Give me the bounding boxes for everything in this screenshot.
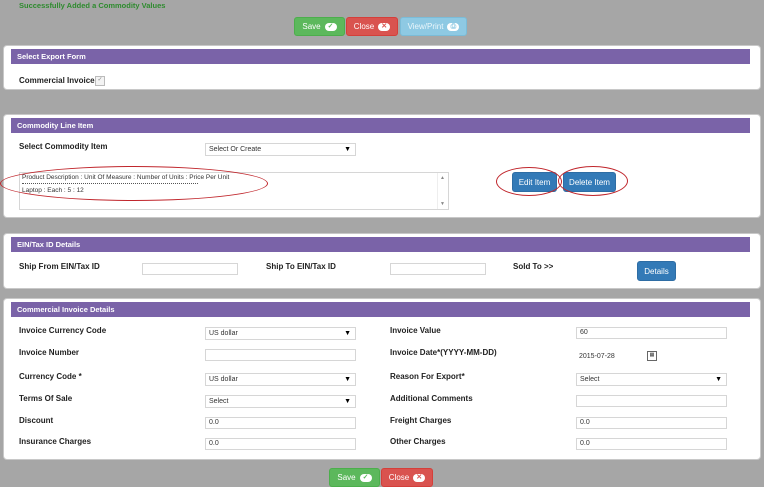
currency-code-label: Currency Code * — [19, 372, 82, 381]
close-button[interactable]: Close ✕ — [346, 17, 398, 36]
freight-label: Freight Charges — [390, 416, 452, 425]
ship-from-label: Ship From EIN/Tax ID — [19, 262, 100, 271]
footer-close-label: Close — [388, 473, 410, 482]
footer-save-button[interactable]: Save ✓ — [329, 468, 380, 487]
commercial-invoice-checkbox[interactable]: ✓ — [95, 76, 105, 86]
terms-value: Select — [209, 398, 229, 405]
insurance-input[interactable]: 0.0 — [205, 438, 356, 450]
invoice-currency-select[interactable]: US dollar ▼ — [205, 327, 356, 340]
terms-select[interactable]: Select ▼ — [205, 395, 356, 408]
details-button[interactable]: Details — [637, 261, 676, 281]
annotation-oval-delete — [558, 166, 628, 196]
save-button[interactable]: Save ✓ — [294, 17, 345, 36]
select-commodity-label: Select Commodity Item — [19, 142, 108, 151]
other-charges-label: Other Charges — [390, 437, 446, 446]
commodity-select[interactable]: Select Or Create ▼ — [205, 143, 356, 156]
invoice-title: Commercial Invoice Details — [11, 302, 750, 317]
close-label: Close — [353, 22, 375, 31]
calendar-icon[interactable]: ▦ — [647, 351, 657, 361]
footer-save-label: Save — [337, 473, 356, 482]
sold-to-label: Sold To >> — [513, 262, 554, 271]
annotation-oval-edit — [496, 167, 562, 196]
printer-icon: ⎙ — [447, 22, 460, 31]
ein-title: EIN/Tax ID Details — [11, 237, 750, 252]
invoice-value-input[interactable]: 60 — [576, 327, 727, 339]
annotation-oval-list — [0, 166, 268, 201]
export-form-title: Select Export Form — [11, 49, 750, 64]
currency-code-value: US dollar — [209, 376, 238, 383]
invoice-currency-value: US dollar — [209, 330, 238, 337]
view-print-button[interactable]: View/Print ⎙ — [400, 17, 467, 36]
ein-panel: EIN/Tax ID Details Ship From EIN/Tax ID … — [3, 233, 761, 289]
commercial-invoice-label: Commercial Invoice — [19, 76, 95, 85]
check-icon: ✓ — [359, 473, 372, 482]
reason-label: Reason For Export* — [390, 372, 465, 381]
discount-label: Discount — [19, 416, 54, 425]
comments-label: Additional Comments — [390, 394, 473, 403]
success-message: Successfully Added a Commodity Values — [19, 1, 166, 10]
details-label: Details — [644, 266, 669, 276]
comments-input[interactable] — [576, 395, 727, 407]
invoice-value-label: Invoice Value — [390, 326, 441, 335]
export-form-panel: Select Export Form Commercial Invoice ✓ — [3, 45, 761, 90]
check-icon: ✓ — [324, 22, 337, 31]
reason-value: Select — [580, 376, 600, 383]
caret-down-icon: ▼ — [344, 146, 351, 153]
commodity-select-value: Select Or Create — [209, 146, 262, 153]
x-circle-icon: ✕ — [378, 22, 391, 31]
caret-down-icon: ▼ — [344, 398, 351, 405]
view-print-label: View/Print — [407, 22, 444, 31]
invoice-date-label: Invoice Date*(YYYY-MM-DD) — [390, 348, 497, 357]
invoice-number-input[interactable] — [205, 349, 356, 361]
caret-down-icon: ▼ — [344, 376, 351, 383]
ship-to-label: Ship To EIN/Tax ID — [266, 262, 336, 271]
invoice-number-label: Invoice Number — [19, 348, 80, 357]
invoice-panel: Commercial Invoice Details Invoice Curre… — [3, 298, 761, 460]
listbox-scrollbar[interactable]: ▲ ▼ — [437, 173, 448, 209]
other-charges-input[interactable]: 0.0 — [576, 438, 727, 450]
caret-down-icon: ▼ — [715, 376, 722, 383]
discount-input[interactable]: 0.0 — [205, 417, 356, 429]
insurance-label: Insurance Charges — [19, 437, 92, 446]
footer-close-button[interactable]: Close ✕ — [381, 468, 433, 487]
terms-label: Terms Of Sale — [19, 394, 73, 403]
save-label: Save — [302, 22, 321, 31]
caret-down-icon: ▼ — [344, 330, 351, 337]
freight-input[interactable]: 0.0 — [576, 417, 727, 429]
currency-code-select[interactable]: US dollar ▼ — [205, 373, 356, 386]
reason-select[interactable]: Select ▼ — [576, 373, 727, 386]
commodity-title: Commodity Line Item — [11, 118, 750, 133]
invoice-currency-label: Invoice Currency Code — [19, 326, 107, 335]
ship-from-input[interactable] — [142, 263, 238, 275]
ship-to-input[interactable] — [390, 263, 486, 275]
x-circle-icon: ✕ — [413, 473, 426, 482]
